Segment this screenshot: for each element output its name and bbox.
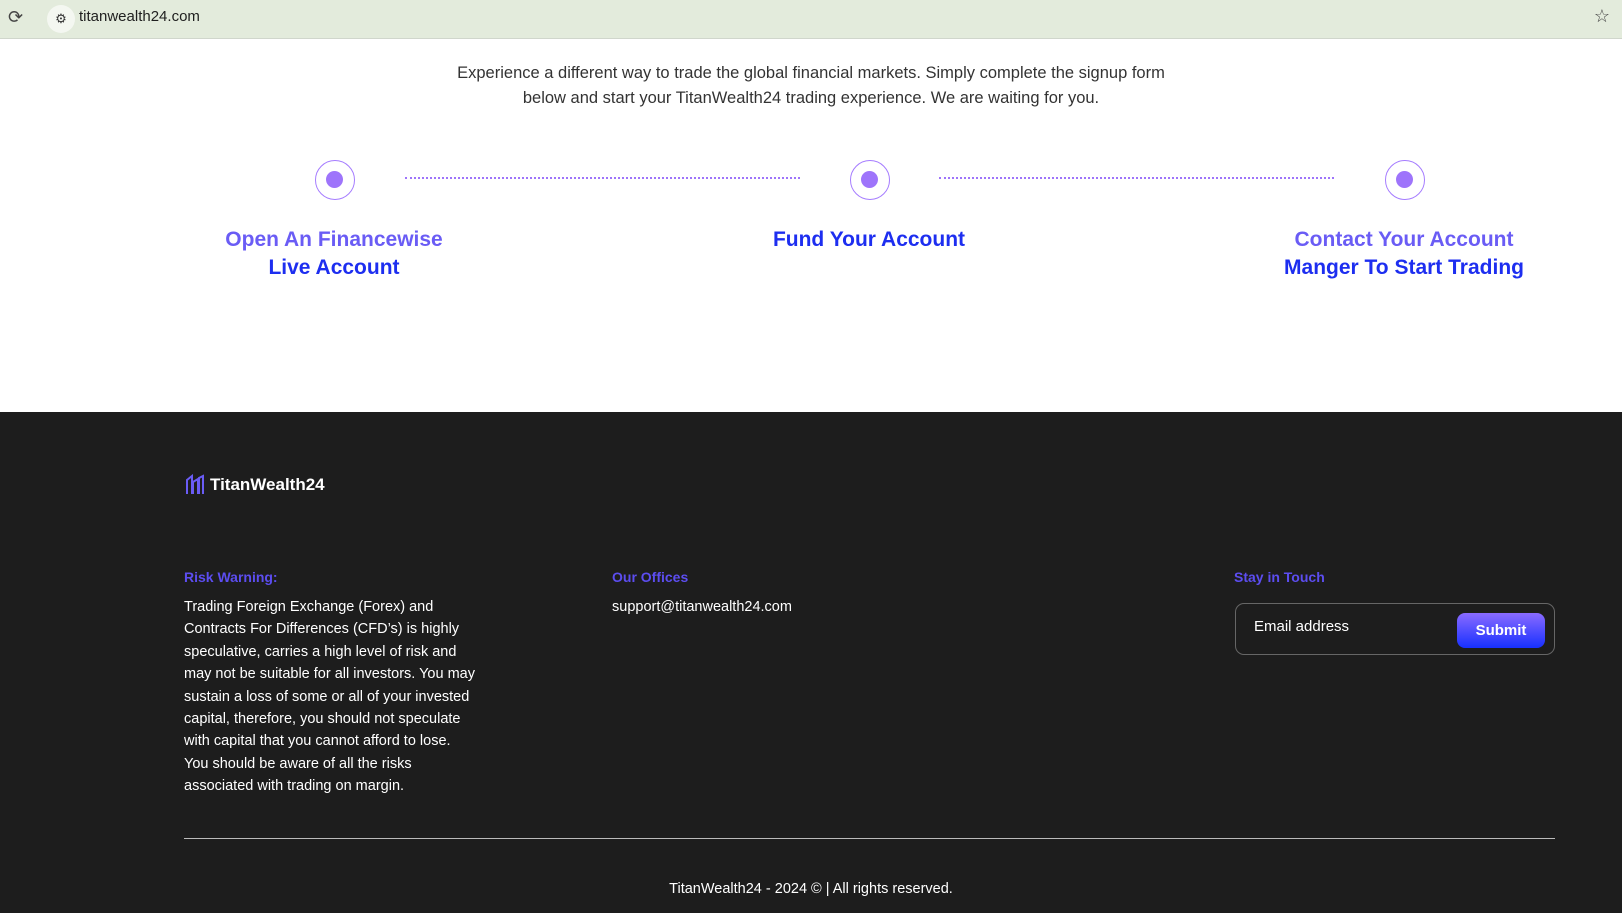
step-3-title: Contact Your Account Manger To Start Tra… bbox=[1204, 226, 1604, 282]
footer-divider bbox=[184, 838, 1555, 839]
newsletter-form: Submit bbox=[1235, 603, 1555, 655]
step-title-line: Manger To Start Trading bbox=[1284, 256, 1524, 279]
risk-line: may not be suitable for all investors. Y… bbox=[184, 666, 475, 683]
risk-warning-text: Trading Foreign Exchange (Forex) and Con… bbox=[184, 596, 475, 798]
intro-text: Experience a different way to trade the … bbox=[0, 61, 1622, 111]
step-title-line: Fund Your Account bbox=[772, 228, 966, 251]
reload-icon[interactable]: ⟳ bbox=[8, 7, 23, 28]
risk-line: sustain a loss of some or all of your in… bbox=[184, 688, 470, 705]
intro-line: Experience a different way to trade the … bbox=[457, 64, 1165, 82]
risk-line: capital, therefore, you should not specu… bbox=[184, 711, 461, 728]
address-bar[interactable] bbox=[42, 3, 1602, 35]
risk-line: with capital that you cannot afford to l… bbox=[184, 733, 451, 750]
risk-warning-heading: Risk Warning: bbox=[184, 569, 278, 585]
submit-button[interactable]: Submit bbox=[1457, 613, 1545, 648]
url-text[interactable]: titanwealth24.com bbox=[79, 8, 200, 25]
support-email-link[interactable]: support@titanwealth24.com bbox=[612, 596, 792, 618]
step-connector bbox=[405, 177, 800, 179]
step-title-line: Live Account bbox=[268, 256, 400, 279]
risk-line: Contracts For Differences (CFD’s) is hig… bbox=[184, 621, 460, 638]
step-1-title: Open An Financewise Live Account bbox=[134, 226, 534, 282]
intro-line: below and start your TitanWealth24 tradi… bbox=[522, 89, 1100, 107]
step-1-indicator-icon bbox=[315, 160, 355, 200]
risk-line: speculative, carries a high level of ris… bbox=[184, 643, 457, 660]
stay-in-touch-heading: Stay in Touch bbox=[1234, 569, 1325, 585]
email-input[interactable] bbox=[1254, 618, 1444, 635]
browser-toolbar: ⟳ ⚙ titanwealth24.com ☆ bbox=[0, 0, 1622, 39]
bookmark-star-icon[interactable]: ☆ bbox=[1594, 6, 1610, 27]
site-settings-icon[interactable]: ⚙ bbox=[47, 5, 75, 33]
offices-heading: Our Offices bbox=[612, 569, 689, 585]
step-title-line: Contact Your Account bbox=[1294, 228, 1514, 251]
footer: TitanWealth24 Risk Warning: Trading Fore… bbox=[0, 412, 1622, 913]
step-title-line: Open An Financewise bbox=[225, 228, 443, 251]
logo-icon bbox=[186, 474, 204, 494]
step-3-indicator-icon bbox=[1385, 160, 1425, 200]
copyright-text: TitanWealth24 - 2024 © | All rights rese… bbox=[669, 881, 953, 897]
risk-line: You should be aware of all the risks bbox=[184, 755, 412, 772]
risk-line: associated with trading on margin. bbox=[184, 778, 405, 795]
risk-line: Trading Foreign Exchange (Forex) and bbox=[184, 599, 434, 615]
footer-logo[interactable]: TitanWealth24 bbox=[184, 474, 325, 496]
brand-name: TitanWealth24 bbox=[210, 475, 325, 494]
step-2-title: Fund Your Account bbox=[669, 226, 1069, 254]
step-connector bbox=[939, 177, 1334, 179]
step-2-indicator-icon bbox=[850, 160, 890, 200]
